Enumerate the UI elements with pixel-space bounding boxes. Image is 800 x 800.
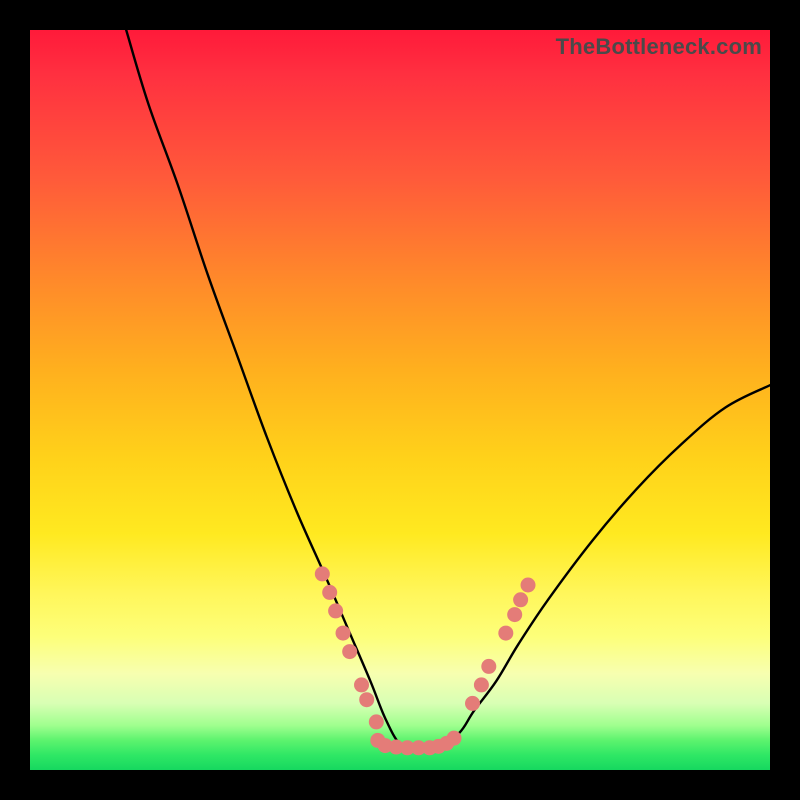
dot-marker: [498, 626, 513, 641]
plot-area: TheBottleneck.com: [30, 30, 770, 770]
dot-markers: [315, 566, 536, 755]
dot-marker: [422, 740, 437, 755]
dot-marker: [465, 696, 480, 711]
dot-marker: [439, 736, 454, 751]
dot-marker: [378, 738, 393, 753]
chart-frame: TheBottleneck.com: [0, 0, 800, 800]
dot-marker: [447, 731, 462, 746]
chart-svg: [30, 30, 770, 770]
dot-marker: [315, 566, 330, 581]
dot-marker: [431, 739, 446, 754]
dot-marker: [389, 740, 404, 755]
dot-marker: [370, 733, 385, 748]
dot-marker: [513, 592, 528, 607]
dot-marker: [507, 607, 522, 622]
dot-marker: [481, 659, 496, 674]
dot-marker: [411, 740, 426, 755]
dot-marker: [474, 677, 489, 692]
watermark-text: TheBottleneck.com: [556, 34, 762, 60]
dot-marker: [328, 603, 343, 618]
dot-marker: [354, 677, 369, 692]
dot-marker: [400, 740, 415, 755]
v-curve: [126, 30, 770, 749]
dot-marker: [342, 644, 357, 659]
dot-marker: [521, 578, 536, 593]
dot-marker: [322, 585, 337, 600]
dot-marker: [359, 692, 374, 707]
dot-marker: [336, 626, 351, 641]
dot-marker: [369, 714, 384, 729]
